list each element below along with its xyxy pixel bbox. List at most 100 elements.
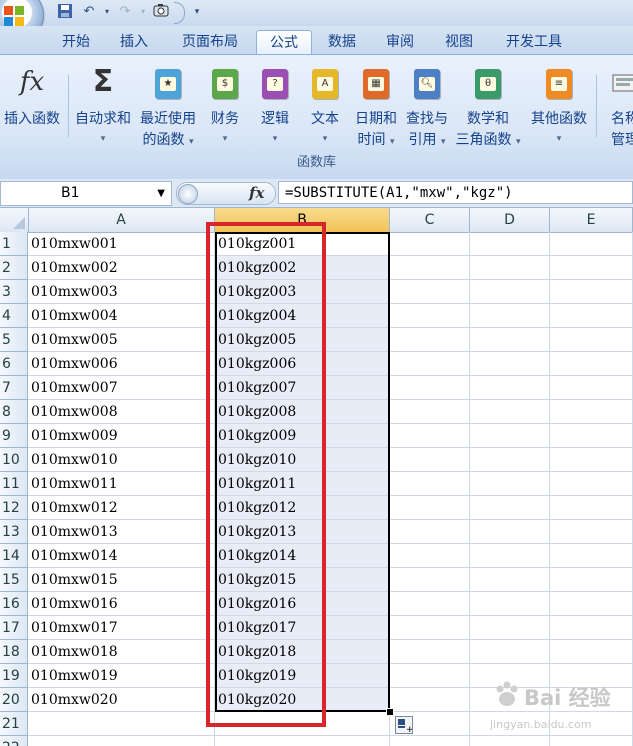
cell-b[interactable]: 010kgz006 bbox=[215, 352, 390, 376]
cell-a[interactable]: 010mxw007 bbox=[28, 376, 215, 400]
cell-c[interactable] bbox=[390, 520, 470, 544]
cell-c[interactable] bbox=[390, 256, 470, 280]
cell-e[interactable] bbox=[550, 640, 633, 664]
row-header[interactable]: 18 bbox=[0, 640, 28, 664]
cell-c[interactable] bbox=[390, 736, 470, 746]
cell-a[interactable]: 010mxw008 bbox=[28, 400, 215, 424]
cell-e[interactable] bbox=[550, 304, 633, 328]
cell-b[interactable]: 010kgz003 bbox=[215, 280, 390, 304]
date-time-button[interactable]: ▦ 日期和 时间 ▾ bbox=[350, 59, 402, 155]
cell-c[interactable] bbox=[390, 616, 470, 640]
cell-a[interactable]: 010mxw010 bbox=[28, 448, 215, 472]
insert-function-button[interactable]: fx 插入函数 bbox=[0, 59, 64, 155]
row-header[interactable]: 8 bbox=[0, 400, 28, 424]
lookup-reference-button[interactable]: 🔍︎ 查找与 引用 ▾ bbox=[402, 59, 452, 155]
cell-a[interactable]: 010mxw009 bbox=[28, 424, 215, 448]
cell-d[interactable] bbox=[470, 472, 550, 496]
row-header[interactable]: 1 bbox=[0, 232, 28, 256]
cell-b[interactable]: 010kgz008 bbox=[215, 400, 390, 424]
cell-d[interactable] bbox=[470, 520, 550, 544]
cell-d[interactable] bbox=[470, 352, 550, 376]
cell-b[interactable]: 010kgz019 bbox=[215, 664, 390, 688]
row-header[interactable]: 21 bbox=[0, 712, 28, 736]
cell-b[interactable]: 010kgz020 bbox=[215, 688, 390, 712]
tab-review[interactable]: 审阅 bbox=[374, 30, 426, 54]
cell-d[interactable] bbox=[470, 376, 550, 400]
name-box[interactable]: B1 ▼ bbox=[0, 181, 172, 206]
cell-b[interactable]: 010kgz004 bbox=[215, 304, 390, 328]
cell-d[interactable] bbox=[470, 304, 550, 328]
cell-d[interactable] bbox=[470, 328, 550, 352]
cell-c[interactable] bbox=[390, 496, 470, 520]
cell-e[interactable] bbox=[550, 472, 633, 496]
tab-formulas[interactable]: 公式 bbox=[256, 30, 312, 55]
formula-input[interactable]: =SUBSTITUTE(A1,"mxw","kgz") bbox=[278, 181, 633, 204]
cell-c[interactable] bbox=[390, 688, 470, 712]
cell-c[interactable] bbox=[390, 328, 470, 352]
cell-b[interactable]: 010kgz011 bbox=[215, 472, 390, 496]
column-header-a[interactable]: A bbox=[28, 208, 215, 232]
cell-a[interactable] bbox=[28, 736, 215, 746]
cell-b[interactable]: 010kgz009 bbox=[215, 424, 390, 448]
row-header[interactable]: 7 bbox=[0, 376, 28, 400]
tab-page-layout[interactable]: 页面布局 bbox=[168, 30, 252, 54]
cell-a[interactable]: 010mxw016 bbox=[28, 592, 215, 616]
cell-b[interactable]: 010kgz002 bbox=[215, 256, 390, 280]
cell-e[interactable] bbox=[550, 280, 633, 304]
column-header-b[interactable]: B bbox=[215, 208, 390, 232]
customize-qat-icon[interactable]: ▾ bbox=[188, 3, 206, 21]
tab-developer[interactable]: 开发工具 bbox=[494, 30, 574, 54]
column-header-d[interactable]: D bbox=[470, 208, 550, 232]
cell-c[interactable] bbox=[390, 376, 470, 400]
row-header[interactable]: 5 bbox=[0, 328, 28, 352]
row-header[interactable]: 16 bbox=[0, 592, 28, 616]
cell-a[interactable]: 010mxw018 bbox=[28, 640, 215, 664]
cell-d[interactable] bbox=[470, 256, 550, 280]
cell-e[interactable] bbox=[550, 400, 633, 424]
financial-button[interactable]: $ 财务 ▾ bbox=[202, 59, 248, 155]
cell-d[interactable] bbox=[470, 232, 550, 256]
expand-circle-icon[interactable] bbox=[178, 184, 198, 204]
cell-c[interactable] bbox=[390, 568, 470, 592]
cell-a[interactable]: 010mxw003 bbox=[28, 280, 215, 304]
row-header[interactable]: 13 bbox=[0, 520, 28, 544]
tab-insert[interactable]: 插入 bbox=[108, 30, 160, 54]
undo-dropdown-icon[interactable]: ▾ bbox=[98, 3, 116, 21]
cell-e[interactable] bbox=[550, 352, 633, 376]
cell-a[interactable]: 010mxw004 bbox=[28, 304, 215, 328]
cell-a[interactable]: 010mxw017 bbox=[28, 616, 215, 640]
cell-e[interactable] bbox=[550, 592, 633, 616]
recently-used-button[interactable]: ★ 最近使用 的函数 ▾ bbox=[136, 59, 200, 155]
cell-e[interactable] bbox=[550, 424, 633, 448]
cell-d[interactable] bbox=[470, 544, 550, 568]
cell-a[interactable]: 010mxw020 bbox=[28, 688, 215, 712]
cell-d[interactable] bbox=[470, 280, 550, 304]
cell-e[interactable] bbox=[550, 616, 633, 640]
cell-a[interactable]: 010mxw014 bbox=[28, 544, 215, 568]
cell-b[interactable]: 010kgz017 bbox=[215, 616, 390, 640]
cell-a[interactable]: 010mxw012 bbox=[28, 496, 215, 520]
cell-b[interactable] bbox=[215, 736, 390, 746]
cell-d[interactable] bbox=[470, 640, 550, 664]
cell-d[interactable] bbox=[470, 424, 550, 448]
cell-c[interactable] bbox=[390, 472, 470, 496]
cell-e[interactable] bbox=[550, 568, 633, 592]
tab-view[interactable]: 视图 bbox=[433, 30, 485, 54]
cell-e[interactable] bbox=[550, 544, 633, 568]
cell-a[interactable]: 010mxw005 bbox=[28, 328, 215, 352]
cell-e[interactable] bbox=[550, 376, 633, 400]
row-header[interactable]: 11 bbox=[0, 472, 28, 496]
row-header[interactable]: 3 bbox=[0, 280, 28, 304]
cell-c[interactable] bbox=[390, 448, 470, 472]
text-button[interactable]: A 文本 ▾ bbox=[302, 59, 348, 155]
cell-d[interactable] bbox=[470, 592, 550, 616]
cell-c[interactable] bbox=[390, 640, 470, 664]
cell-a[interactable]: 010mxw006 bbox=[28, 352, 215, 376]
cell-d[interactable] bbox=[470, 616, 550, 640]
logical-button[interactable]: ? 逻辑 ▾ bbox=[252, 59, 298, 155]
row-header[interactable]: 15 bbox=[0, 568, 28, 592]
column-header-c[interactable]: C bbox=[390, 208, 470, 232]
row-header[interactable]: 22 bbox=[0, 736, 28, 746]
row-header[interactable]: 10 bbox=[0, 448, 28, 472]
cell-c[interactable] bbox=[390, 424, 470, 448]
